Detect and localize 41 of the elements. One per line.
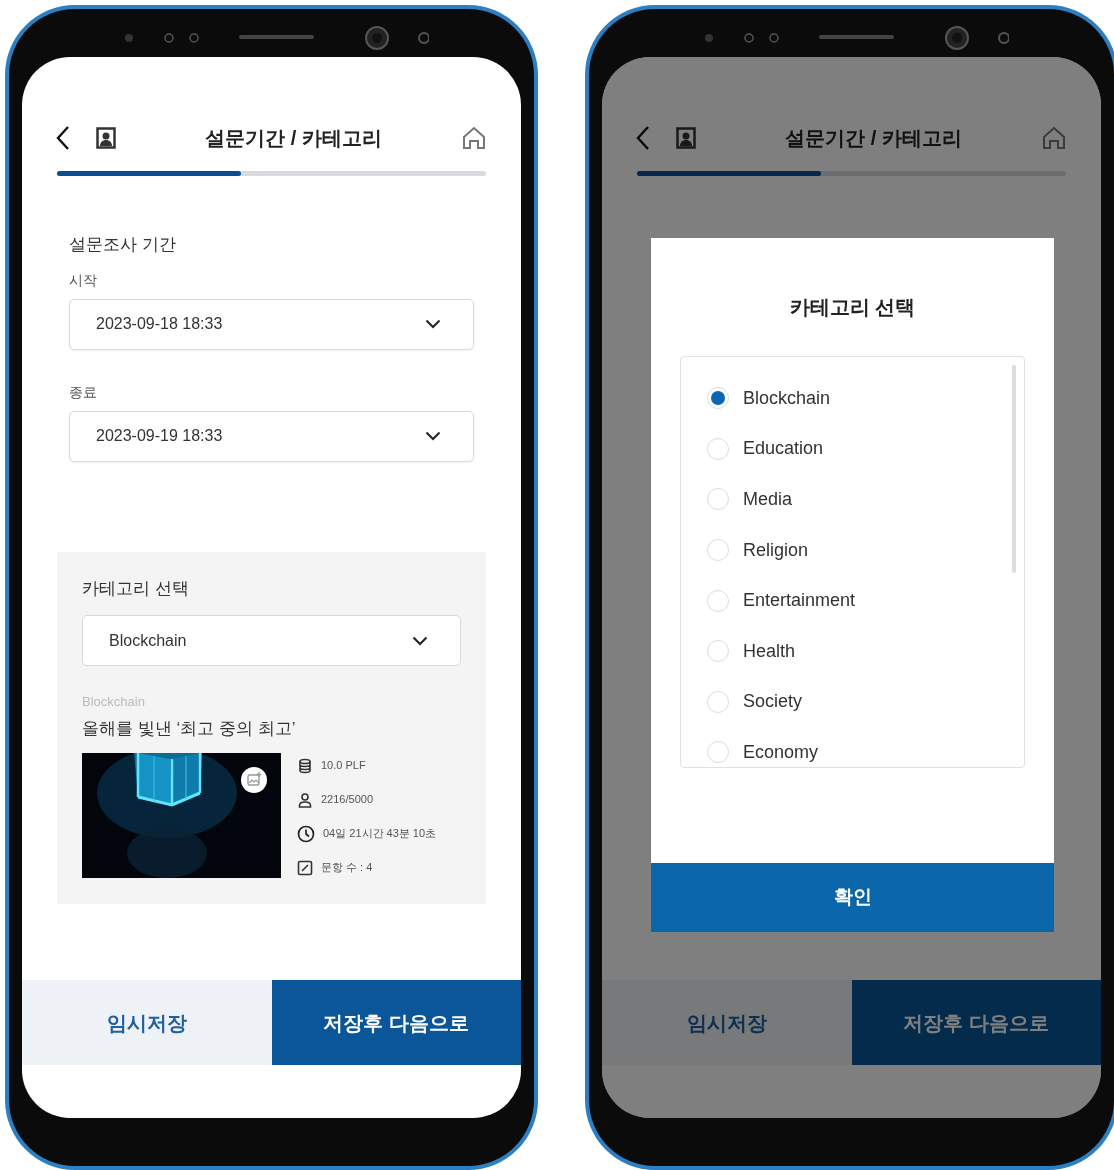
category-tag: Blockchain	[82, 692, 461, 712]
home-icon[interactable]	[1041, 125, 1067, 151]
profile-icon[interactable]	[96, 127, 116, 149]
survey-title: 올해를 빛낸 ‘최고 중의 최고’	[82, 717, 297, 740]
person-icon	[297, 791, 313, 808]
category-dropdown[interactable]: Blockchain	[82, 615, 461, 666]
stat-text: 문항 수 : 4	[321, 860, 373, 876]
category-option[interactable]: Media	[707, 474, 1024, 525]
save-next-button[interactable]: 저장후 다음으로	[271, 980, 521, 1065]
stat-text: 10.0 PLF	[321, 758, 366, 774]
category-option[interactable]: Society	[707, 676, 1024, 728]
field-label: 시작	[69, 270, 98, 290]
scrollbar[interactable]	[1012, 365, 1016, 573]
dialog-title: 카테고리 선택	[788, 295, 917, 320]
coins-icon	[297, 757, 313, 774]
date-dropdown[interactable]: 2023-09-19 18:33	[69, 410, 474, 462]
field-label: 종료	[69, 382, 98, 402]
screen-title: 설문기간 / 카테고리	[784, 126, 963, 151]
chevron-down-icon	[425, 431, 441, 441]
home-icon[interactable]	[461, 125, 487, 151]
category-option[interactable]: Religion	[707, 524, 1024, 576]
add-image-icon[interactable]	[241, 767, 267, 793]
chevron-down-icon	[425, 319, 441, 329]
section-title: 설문조사 기간	[69, 234, 177, 256]
category-option[interactable]: Blockchain	[707, 373, 1024, 424]
temp-save-button[interactable]: 임시저장	[22, 980, 272, 1065]
confirm-button[interactable]: 확인	[651, 863, 1054, 932]
screen-title: 설문기간 / 카테고리	[204, 126, 383, 151]
section-title: 카테고리 선택	[82, 577, 190, 600]
save-next-button[interactable]: 저장후 다음으로	[851, 980, 1101, 1065]
date-dropdown[interactable]: 2023-09-18 18:33	[69, 298, 474, 350]
category-option[interactable]: Health	[707, 625, 1024, 677]
back-icon[interactable]	[56, 125, 70, 151]
category-option[interactable]: Economy	[707, 727, 1024, 778]
stat-text: 2216/5000	[321, 792, 373, 808]
clock-icon	[297, 824, 315, 843]
category-option[interactable]: Entertainment	[707, 575, 1024, 626]
stat-text: 04일 21시간 43분 10초	[323, 826, 437, 842]
edit-icon	[297, 859, 313, 876]
category-option[interactable]: Education	[707, 423, 1024, 475]
chevron-down-icon	[412, 635, 428, 646]
